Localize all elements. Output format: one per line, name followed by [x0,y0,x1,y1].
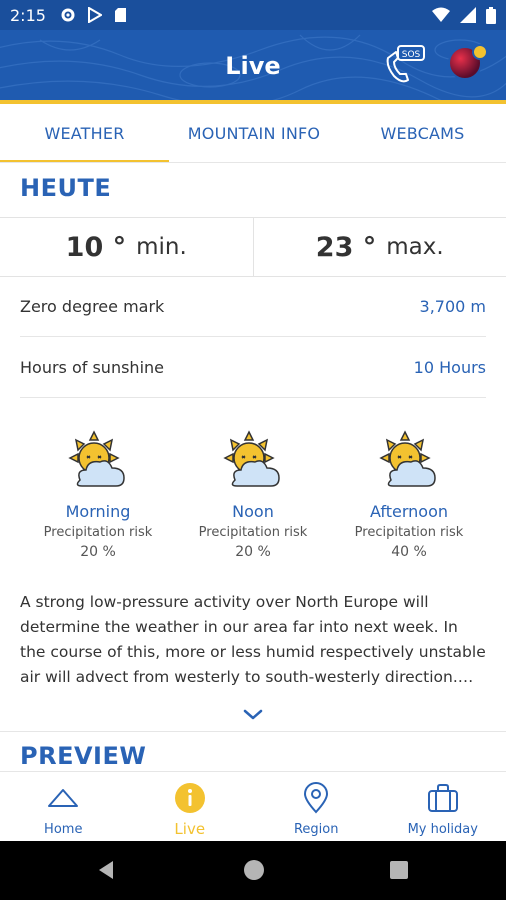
max-temperature-value: 23 ° [315,231,377,263]
divider [0,731,506,732]
day-periods: Morning Precipitation risk 20 % Noon Pre… [0,430,506,570]
tab-weather[interactable]: WEATHER [0,104,169,162]
section-title-today: HEUTE [20,174,112,202]
nav-region-label: Region [293,822,339,837]
sd-card-icon [114,8,126,22]
nav-live-label: Live [174,820,206,838]
sun-cloud-icon [223,430,280,487]
precipitation-value: 20 % [80,544,116,560]
precipitation-label: Precipitation risk [198,525,308,540]
precipitation-label: Precipitation risk [354,525,464,540]
back-icon[interactable] [97,860,115,880]
nav-home[interactable]: Home [0,772,127,841]
mountain-icon [48,789,79,807]
system-navigation-bar [0,841,506,900]
tab-webcams[interactable]: WEBCAMS [339,104,506,162]
sos-label: SOS [402,50,421,60]
max-temperature: 23 ° max. [252,218,506,276]
nav-my-holiday[interactable]: My holiday [380,772,506,841]
divider [0,162,506,163]
nav-live[interactable]: Live [127,772,254,841]
precipitation-label: Precipitation risk [43,525,153,540]
play-store-icon [87,7,102,23]
status-time: 2:15 [10,5,46,25]
period-name: Noon [232,502,274,521]
temperature-row: 10 ° min. 23 ° max. [0,217,506,277]
sos-call-button[interactable]: SOS [384,44,428,84]
max-temperature-label: max. [386,234,444,260]
sun-cloud-icon [68,430,125,487]
min-temperature-value: 10 ° [65,231,127,263]
zero-degree-value: 3,700 m [419,297,486,316]
sunshine-label: Hours of sunshine [20,358,164,377]
nav-home-label: Home [44,822,83,837]
recent-apps-icon[interactable] [390,861,408,879]
section-title-preview: PREVIEW [20,742,147,770]
precipitation-value: 20 % [235,544,271,560]
sunshine-row: Hours of sunshine 10 Hours [20,338,486,398]
battery-icon [486,6,496,24]
tab-bar: WEATHER MOUNTAIN INFO WEBCAMS [0,104,506,162]
wifi-icon [432,7,450,22]
avatar-badge [472,44,488,60]
suitcase-icon [427,784,458,812]
weather-description: A strong low-pressure activity over Nort… [20,593,486,686]
info-icon [174,783,205,813]
min-temperature-label: min. [136,234,187,260]
period-noon: Noon Precipitation risk 20 % [178,430,328,560]
signal-icon [460,7,476,23]
home-button-icon[interactable] [244,860,264,880]
period-morning: Morning Precipitation risk 20 % [23,430,173,560]
tab-mountain-info[interactable]: MOUNTAIN INFO [169,104,339,162]
zero-degree-label: Zero degree mark [20,297,165,316]
gear-icon [61,8,75,22]
location-pin-icon [304,782,329,814]
sunshine-value: 10 Hours [413,358,486,377]
status-bar: 2:15 [0,0,506,30]
zero-degree-row: Zero degree mark 3,700 m [20,277,486,337]
sun-cloud-icon [379,430,436,487]
nav-region[interactable]: Region [253,772,380,841]
chevron-down-icon[interactable] [242,708,264,722]
nav-my-holiday-label: My holiday [407,822,478,837]
page-title: Live [225,52,281,80]
min-temperature: 10 ° min. [0,218,253,276]
period-afternoon: Afternoon Precipitation risk 40 % [334,430,484,560]
precipitation-value: 40 % [391,544,427,560]
app-bar: Live SOS [0,30,506,100]
bottom-navigation: Home Live Region My holiday [0,771,506,841]
period-name: Afternoon [370,502,448,521]
period-name: Morning [65,502,131,521]
